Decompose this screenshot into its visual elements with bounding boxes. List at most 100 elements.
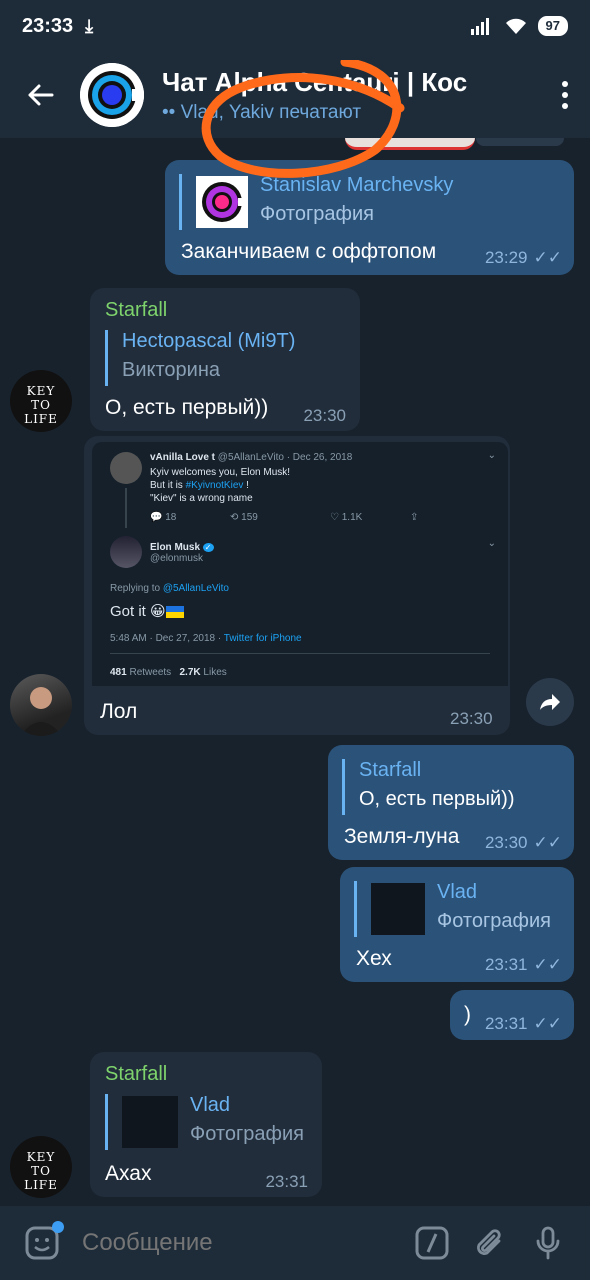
chevron-down-icon: ⌄ [487,538,496,549]
message-outgoing[interactable]: Starfall О, есть первый)) Земля-луна 23:… [328,745,574,860]
tweet-avatar [110,452,142,484]
chat-title: Чат Alpha Centauri | Кос [162,66,468,97]
message-time: 23:29 [484,248,528,267]
message-time: 23:31 [484,955,528,974]
ukraine-flag-icon [165,606,184,619]
avatar-label: KEY TO LIFE [24,1150,58,1192]
tweet-screenshot[interactable]: vAnilla Love t @5AllanLeVito · Dec 26, 2… [92,442,508,686]
menu-dot-icon [562,92,568,98]
voice-record-button[interactable] [526,1221,570,1265]
attach-button[interactable] [468,1221,512,1265]
tweet-text: But it is [150,480,186,491]
alpha-centauri-logo-icon [202,182,246,222]
message-text: Заканчиваем с оффтопом [181,240,437,263]
battery-indicator: 97 [537,16,568,36]
message-input[interactable] [82,1229,396,1257]
reply-type: Фотография [260,203,374,225]
reply-count: 💬 18 [150,512,177,523]
wifi-icon [505,18,526,34]
status-time: 23:33 [22,14,74,37]
sender-name[interactable]: Starfall [105,1063,167,1086]
tweet-actions: 💬 18 ⟲ 159 ♡ 1.1K ⇪ [150,512,450,523]
reply-preview[interactable]: Vlad Фотография [105,1094,304,1150]
reply-preview[interactable]: Hectopascal (Mi9T) Викторина [105,330,295,386]
message-text: ) [464,1003,471,1026]
like-count: ♡ 1.1K [330,512,363,523]
message-incoming[interactable]: Starfall Hectopascal (Mi9T) Викторина О,… [90,288,360,431]
reply-author: Vlad [437,881,478,903]
avatar[interactable] [10,674,72,736]
back-arrow-icon [28,84,54,106]
replying-prefix: Replying to [110,583,163,594]
tweet-text: Got it 😀 [110,602,184,620]
tweet-body: Kyiv welcomes you, Elon Musk! But it is … [150,466,290,505]
tweet-line: But it is #KyivnotKiev ! [150,479,290,492]
message-time: 23:31 [265,1172,308,1191]
reply-author: Stanislav Marchevsky [260,174,454,196]
avatar[interactable]: KEY TO LIFE [10,1136,72,1198]
replying-to: Replying to @5AllanLeVito [110,583,229,594]
reply-preview[interactable]: Stanislav Marchevsky Фотография [179,174,559,230]
status-bar: 23:33 ⤓ 97 [0,0,590,52]
more-menu-button[interactable] [540,81,590,109]
likes-count: 2.7K [179,667,201,678]
message-outgoing[interactable]: Stanislav Marchevsky Фотография Заканчив… [165,160,574,275]
header-text[interactable]: Чат Alpha Centauri | Кос •• Vlad, Yakiv … [162,67,540,124]
tweet-line: "Kiev" is a wrong name [150,493,253,504]
tweet-handle: @elonmusk [150,553,203,564]
tweet-avatar [110,536,142,568]
paperclip-icon [477,1229,501,1255]
tweet-main-text: Got it [110,603,146,620]
message-incoming[interactable]: Starfall Vlad Фотография Ахах 23:31 [90,1052,322,1197]
sender-name[interactable]: Starfall [105,299,167,322]
message-time: 23:31 [484,1014,528,1033]
retweets-label: Retweets [129,667,172,678]
tweet-author: vAnilla Love t [150,452,216,463]
bot-command-button[interactable] [410,1221,454,1265]
emoji-icon: 😀 [150,603,166,620]
message-meta: 23:29 ✓✓ [485,248,562,268]
reply-thumbnail [371,883,425,935]
message-outgoing[interactable]: ) 23:31 ✓✓ [450,990,574,1040]
tweet-date-text: 5:48 AM · Dec 27, 2018 · [110,633,224,644]
tweet-stats: 481 Retweets 2.7K Likes [110,667,227,678]
message-text: Ахах [105,1162,152,1185]
message-partial [476,138,564,146]
reply-thumbnail [122,1096,178,1148]
share-arrow-icon [540,694,560,710]
chat-avatar[interactable] [80,63,144,127]
typing-status-text: Vlad, Yakiv печатают [180,101,362,123]
likes-label: Likes [203,667,227,678]
retweets-count: 481 [110,667,127,678]
tweet-handle-date: @5AllanLeVito · Dec 26, 2018 [217,452,353,463]
reply-text: О, есть первый)) [359,788,515,810]
sticker-partial [345,138,475,150]
thread-line [125,488,127,528]
tweet-header: vAnilla Love t @5AllanLeVito · Dec 26, 2… [150,452,352,463]
double-check-icon: ✓✓ [533,248,563,267]
menu-dot-icon [562,103,568,109]
verified-icon: ✓ [202,543,214,552]
forward-button[interactable] [526,678,574,726]
avatar[interactable]: KEY TO LIFE [10,370,72,432]
message-text: Земля-луна [344,825,460,848]
reply-preview[interactable]: Vlad Фотография [354,881,551,937]
typing-status: •• Vlad, Yakiv печатают [162,102,540,124]
double-check-icon: ✓✓ [533,833,563,852]
reply-type: Фотография [437,910,551,932]
tweet-author: Elon Musk [150,542,201,553]
typing-dots-icon: •• [162,101,181,123]
message-outgoing[interactable]: Vlad Фотография Хех 23:31 ✓✓ [340,867,574,982]
tweet-date: 5:48 AM · Dec 27, 2018 · Twitter for iPh… [110,633,302,644]
back-button[interactable] [0,52,80,138]
reply-preview[interactable]: Starfall О, есть первый)) [342,759,515,815]
replying-handle: @5AllanLeVito [162,583,229,594]
message-composer [0,1206,590,1280]
share-icon: ⇪ [410,512,419,523]
double-check-icon: ✓✓ [533,955,563,974]
message-text: Лол [100,700,138,723]
reply-type: Викторина [122,359,221,381]
retweet-count: ⟲ 159 [230,512,258,523]
retweet-count-value: 159 [241,512,258,523]
sticker-button[interactable] [20,1221,64,1265]
